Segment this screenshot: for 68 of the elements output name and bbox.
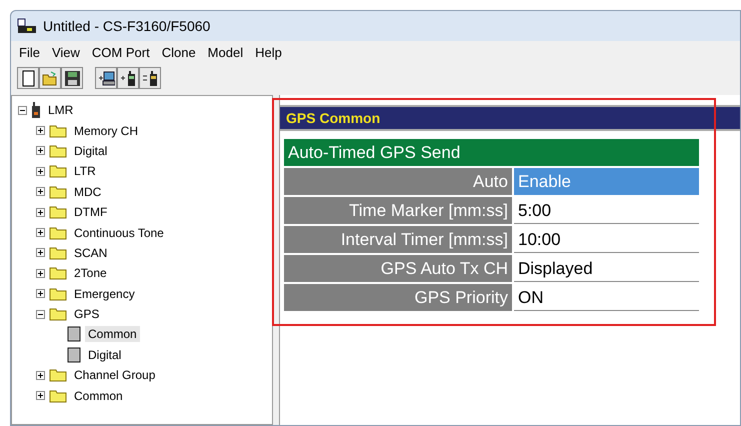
tree-item[interactable]: 2Tone (71, 265, 110, 282)
folder-icon (49, 184, 67, 199)
setting-value[interactable]: 10:00 (514, 226, 699, 253)
app-icon (17, 18, 37, 34)
group-header: Auto-Timed GPS Send (284, 139, 699, 166)
setting-label: Interval Timer [mm:ss] (284, 226, 512, 253)
handheld-radio-icon (31, 102, 41, 118)
setting-value[interactable]: 5:00 (514, 197, 699, 224)
expand-icon[interactable] (36, 187, 45, 196)
folder-icon (49, 144, 67, 158)
folder-icon (49, 124, 67, 138)
expand-icon[interactable] (36, 370, 45, 380)
new-file-button[interactable] (17, 67, 39, 89)
folder-icon (49, 286, 67, 301)
setting-value[interactable]: Displayed (514, 255, 699, 282)
setting-label: GPS Priority (284, 284, 512, 311)
expand-icon[interactable] (36, 268, 45, 278)
window-title: Untitled - CS-F3160/F5060 (43, 18, 210, 34)
tree-item[interactable]: SCAN (71, 244, 110, 261)
panel-title: GPS Common (280, 105, 740, 131)
expand-icon[interactable] (36, 208, 45, 217)
expand-icon[interactable] (36, 391, 45, 400)
expand-icon[interactable] (36, 166, 45, 176)
menu-item[interactable]: Clone (156, 44, 202, 60)
folder-icon (49, 246, 67, 260)
expand-icon[interactable] (36, 146, 45, 156)
folder-icon (49, 266, 67, 280)
expand-icon[interactable] (36, 289, 45, 298)
tree-item[interactable]: Digital (85, 346, 124, 363)
page-icon (67, 326, 81, 342)
folder-icon (49, 205, 67, 220)
radio-write-button[interactable] (117, 67, 139, 89)
expand-icon[interactable] (36, 248, 45, 258)
menu-item[interactable]: View (46, 44, 86, 60)
tree-item[interactable]: Continuous Tone (71, 224, 167, 241)
menu-item[interactable]: File (13, 44, 46, 60)
tree-item[interactable]: Emergency (71, 286, 138, 302)
tree-item[interactable]: Digital (71, 142, 110, 159)
collapse-icon[interactable] (36, 310, 45, 319)
tree-item[interactable]: Memory CH (71, 122, 142, 139)
folder-button[interactable] (39, 67, 61, 89)
tree-item[interactable]: LTR (71, 163, 99, 180)
floppy-disk-button[interactable] (61, 67, 83, 89)
setting-label: Time Marker [mm:ss] (284, 197, 512, 224)
menu-item[interactable]: Model (202, 44, 250, 60)
collapse-icon[interactable] (18, 106, 27, 115)
folder-icon (49, 226, 67, 240)
setting-label: Auto (284, 168, 512, 195)
expand-icon[interactable] (36, 126, 45, 136)
expand-icon[interactable] (36, 228, 45, 238)
tree-item[interactable]: Channel Group (71, 367, 158, 384)
tree-item[interactable]: Common (71, 388, 126, 404)
tree-item[interactable]: GPS (71, 306, 102, 322)
folder-icon (49, 368, 67, 382)
radio-swap-button[interactable] (139, 67, 161, 89)
tree-item[interactable]: MDC (71, 184, 104, 200)
tree-item[interactable]: Common (85, 326, 140, 342)
menu-item[interactable]: COM Port (86, 44, 156, 60)
computer-button[interactable] (95, 67, 117, 89)
setting-value[interactable]: ON (514, 284, 699, 311)
setting-label: GPS Auto Tx CH (284, 255, 512, 282)
menu-item[interactable]: Help (249, 44, 288, 60)
page-icon (67, 346, 81, 363)
folder-icon (49, 307, 67, 322)
tree-item[interactable]: LMR (45, 102, 76, 118)
tree-item[interactable]: DTMF (71, 204, 110, 220)
folder-icon (49, 164, 67, 178)
folder-icon (49, 388, 67, 403)
